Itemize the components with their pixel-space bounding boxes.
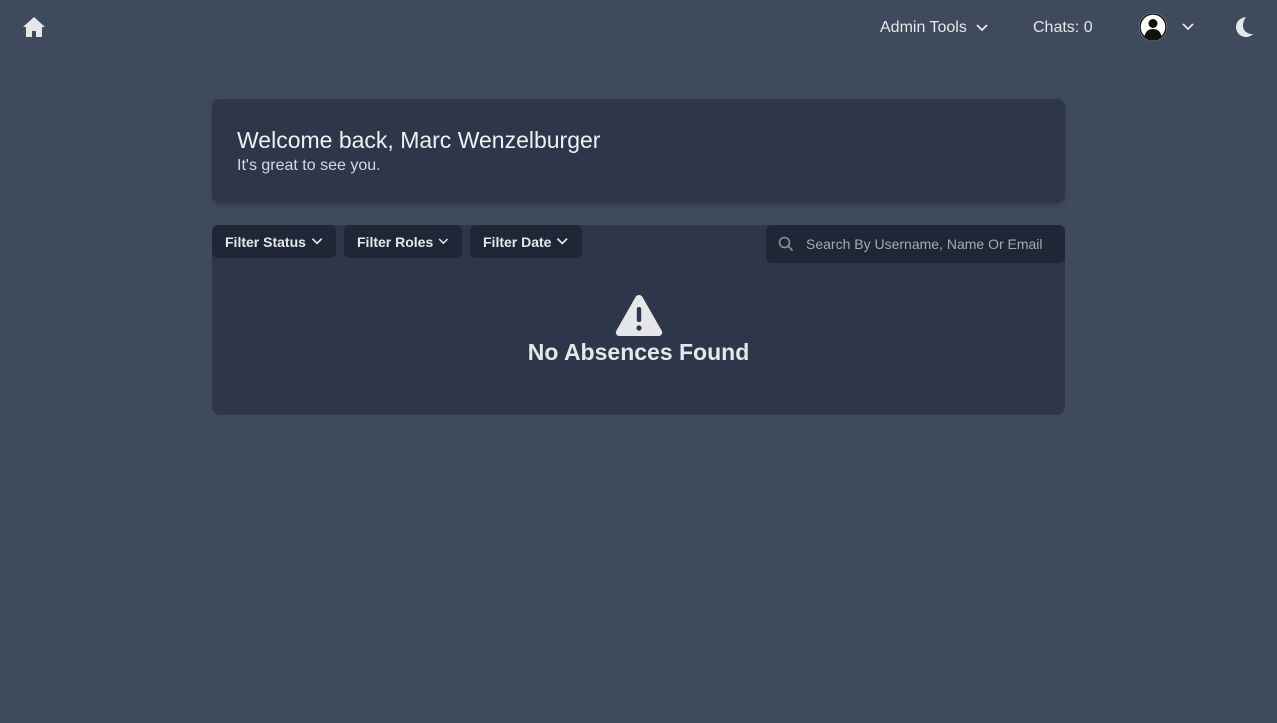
admin-tools-dropdown[interactable]: Admin Tools	[880, 17, 989, 39]
home-button[interactable]	[20, 14, 48, 40]
chevron-down-icon	[1182, 23, 1194, 31]
filter-status-button[interactable]: Filter Status	[212, 225, 336, 258]
filter-roles-label: Filter Roles	[357, 233, 434, 250]
user-avatar-icon	[1139, 13, 1167, 41]
avatar	[1139, 13, 1167, 41]
empty-state-message: No Absences Found	[527, 339, 750, 365]
chevron-down-icon	[557, 237, 569, 245]
filter-date-label: Filter Date	[483, 233, 552, 250]
welcome-title: Welcome back, Marc Wenzelburger	[237, 127, 601, 153]
user-menu-dropdown[interactable]	[1139, 12, 1195, 42]
chats-counter[interactable]: Chats: 0	[1033, 17, 1093, 39]
chats-label: Chats: 0	[1033, 19, 1093, 36]
welcome-card: Welcome back, Marc Wenzelburger It's gre…	[212, 99, 1065, 203]
welcome-subtitle: It's great to see you.	[237, 157, 381, 174]
search-icon	[778, 236, 794, 252]
moon-icon	[1236, 17, 1253, 37]
empty-state: No Absences Found	[212, 293, 1065, 366]
theme-toggle-button[interactable]	[1232, 15, 1256, 39]
chevron-down-icon	[311, 238, 323, 245]
filter-date-button[interactable]: Filter Date	[470, 225, 582, 258]
chevron-down-icon	[976, 24, 988, 32]
top-navbar: Admin Tools Chats: 0	[0, 0, 1277, 56]
filter-roles-button[interactable]: Filter Roles	[344, 225, 462, 258]
warning-icon	[615, 295, 662, 336]
absences-panel: Filter Status Filter Roles Filter Date N…	[212, 225, 1065, 415]
filter-status-label: Filter Status	[225, 233, 306, 250]
search-box	[766, 225, 1065, 263]
admin-tools-label: Admin Tools	[880, 19, 967, 36]
chevron-down-icon	[438, 238, 449, 245]
home-icon	[23, 17, 45, 37]
search-input[interactable]	[806, 236, 1056, 252]
